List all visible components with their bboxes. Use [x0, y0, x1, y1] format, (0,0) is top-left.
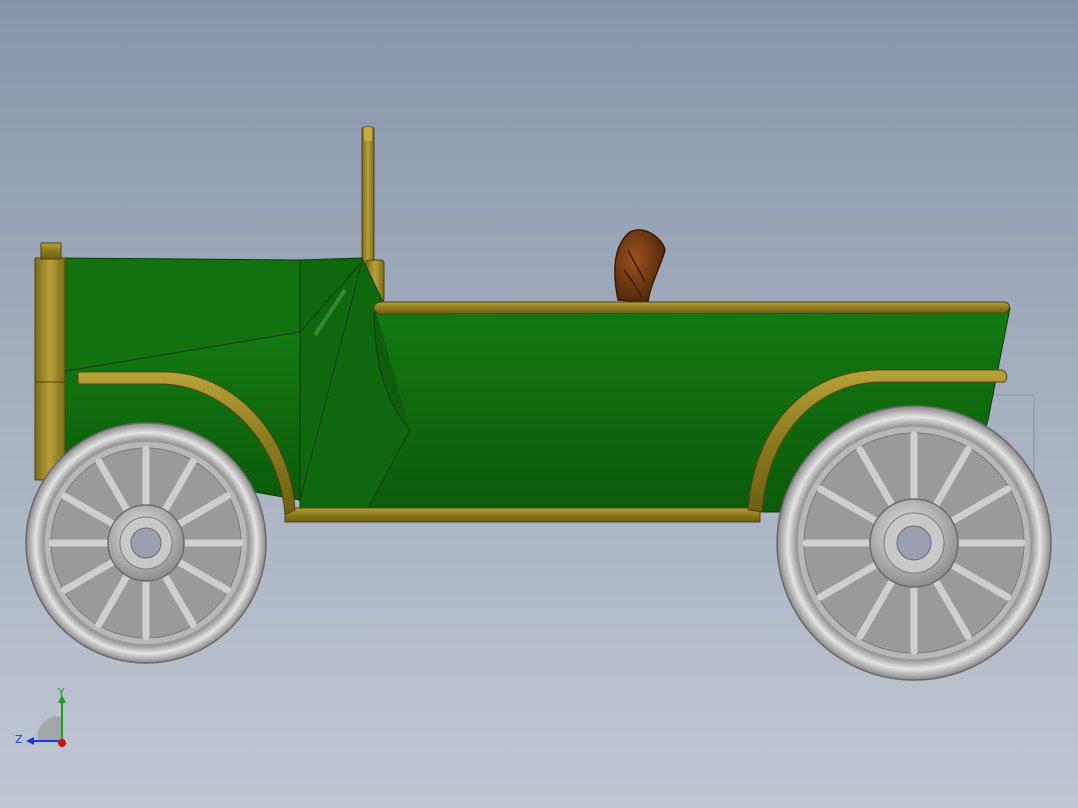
graphics-viewport[interactable]: Y Z [0, 0, 1078, 808]
running-board[interactable] [284, 507, 761, 523]
top-rail[interactable] [373, 301, 1010, 315]
z-axis-label: Z [15, 733, 23, 746]
triad-plane-icon [37, 716, 62, 741]
radiator[interactable] [34, 242, 66, 481]
z-axis-arrowhead [26, 737, 34, 745]
x-axis-dot [58, 739, 66, 747]
rear-wheel[interactable] [776, 405, 1052, 681]
seat[interactable] [614, 229, 666, 303]
view-triad[interactable]: Y Z [10, 685, 80, 755]
y-axis-label: Y [57, 686, 65, 699]
car-model[interactable] [0, 0, 1078, 808]
front-wheel[interactable] [25, 422, 267, 664]
